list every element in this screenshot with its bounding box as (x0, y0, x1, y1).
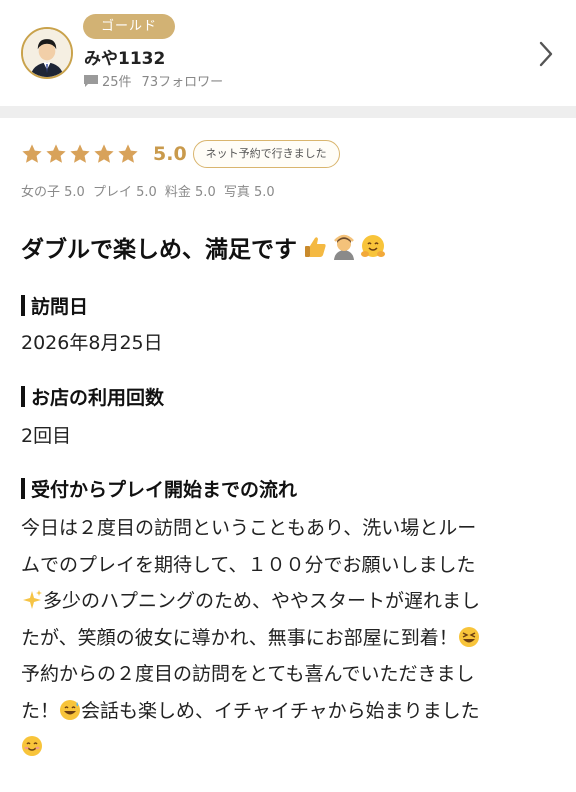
person-gesturing-ok-emoji-icon (334, 234, 354, 260)
thumbs-up-emoji-icon (305, 237, 326, 257)
review-title-text: ダブルで楽しめ、満足です (21, 237, 297, 263)
star-icon (94, 144, 114, 163)
rating-row: 5.0 ネット予約で行きました (21, 139, 340, 169)
flow-line-text: 会話も楽しめ、イチャイチャから始まりました (81, 699, 480, 722)
flow-line-text: 多少のハプニングのため、ややスタートが遅れまし (43, 590, 481, 612)
visit-date-label: 訪問日 (31, 296, 89, 318)
visit-count-label: お店の利用回数 (31, 387, 165, 409)
flow-line-text: たが、笑顔の彼女に導かれ、無事にお部屋に到着！ (21, 626, 458, 649)
flow-line-text: た！ (21, 699, 60, 722)
flow-line: たが、笑顔の彼女に導かれ、無事にお部屋に到着！ (21, 620, 551, 657)
smiling-face-emoji-icon (22, 736, 42, 756)
star-icon (118, 144, 138, 163)
rating-score: 5.0 (153, 143, 187, 165)
flow-heading: 受付からプレイ開始までの流れ (21, 475, 297, 502)
title-emojis (301, 233, 388, 261)
score-girl: 女の子 5.0 (21, 185, 85, 200)
star-icon (70, 144, 90, 163)
section-divider (0, 106, 576, 118)
visit-count-heading: お店の利用回数 (21, 383, 164, 410)
flow-label: 受付からプレイ開始までの流れ (31, 479, 298, 501)
net-reservation-badge: ネット予約で行きました (192, 140, 340, 168)
rank-badge: ゴールド (83, 14, 175, 39)
grinning-sweat-emoji-icon (60, 699, 81, 720)
review-title: ダブルで楽しめ、満足です (21, 230, 388, 264)
flow-line: 多少のハプニングのため、ややスタートが遅れまし (21, 583, 551, 620)
flow-line: た！ 会話も楽しめ、イチャイチャから始まりました (21, 693, 551, 730)
score-photo: 写真 5.0 (223, 185, 275, 200)
flow-line-text: 今日は２度目の訪問ということもあり、洗い場とルー (21, 517, 477, 539)
user-avatar-icon (23, 29, 71, 77)
star-rating (21, 143, 141, 165)
reviewer-stats: 25件 73フォロワー (84, 71, 223, 90)
flow-line: ムでのプレイを期待して、１００分でお願いしました (21, 547, 551, 584)
chevron-right-icon[interactable] (536, 40, 556, 68)
flow-line: 今日は２度目の訪問ということもあり、洗い場とルー (21, 510, 551, 547)
post-count: 25件 (102, 75, 132, 90)
score-play: プレイ 5.0 (92, 185, 157, 200)
flow-line (21, 729, 551, 766)
hugging-face-emoji-icon (361, 235, 385, 257)
star-icon (46, 144, 66, 163)
score-price: 料金 5.0 (164, 185, 216, 200)
flow-line-text: ムでのプレイを期待して、１００分でお願いしました (21, 553, 476, 576)
flow-line: 予約からの２度目の訪問をとても喜んでいただきまし (21, 656, 551, 693)
star-icon (22, 144, 42, 163)
follower-count: 73フォロワー (141, 75, 224, 90)
heading-bar (21, 478, 25, 499)
sub-scores: 女の子 5.0 プレイ 5.0 料金 5.0 写真 5.0 (21, 181, 279, 200)
reviewer-profile[interactable]: ゴールド みや1132 25件 73フォロワー (0, 0, 576, 106)
visit-date-heading: 訪問日 (21, 292, 88, 319)
visit-date-value: 2026年8月25日 (21, 332, 163, 354)
flow-body: 今日は２度目の訪問ということもあり、洗い場とルー ムでのプレイを期待して、１００… (21, 510, 551, 766)
heading-bar (21, 386, 25, 407)
heading-bar (21, 295, 25, 316)
visit-count-value: 2回目 (21, 425, 72, 447)
user-avatar[interactable] (21, 27, 73, 79)
message-icon (84, 74, 98, 87)
grinning-squinting-emoji-icon (458, 626, 479, 647)
sparkles-emoji-icon (23, 590, 42, 609)
reviewer-name[interactable]: みや1132 (84, 44, 165, 69)
flow-line-text: 予約からの２度目の訪問をとても喜んでいただきまし (21, 663, 475, 685)
